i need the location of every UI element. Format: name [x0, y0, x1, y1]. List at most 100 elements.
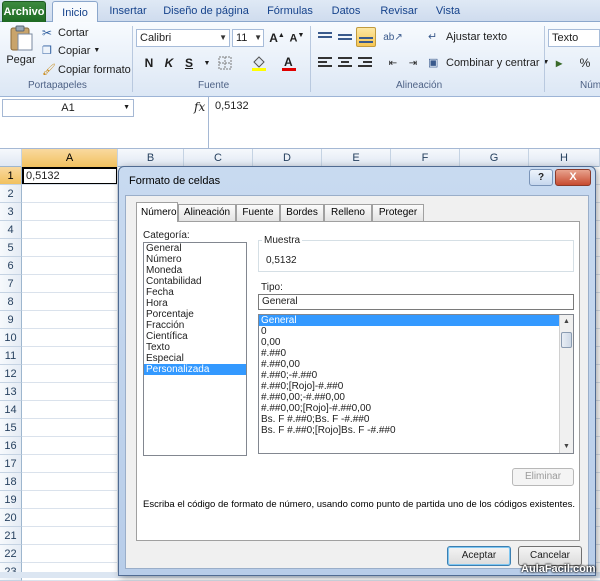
format-code-item[interactable]: #.##0;[Rojo]-#.##0: [259, 381, 559, 392]
row-header[interactable]: 2: [0, 185, 22, 203]
close-button[interactable]: X: [555, 169, 591, 186]
format-code-item[interactable]: #.##0,00;-#.##0,00: [259, 392, 559, 403]
row-header[interactable]: 11: [0, 347, 22, 365]
format-code-item[interactable]: General: [259, 315, 559, 326]
column-header-f[interactable]: F: [391, 149, 460, 167]
row-header[interactable]: 6: [0, 257, 22, 275]
row-header[interactable]: 10: [0, 329, 22, 347]
cell-a1[interactable]: 0,5132: [22, 167, 118, 185]
category-item[interactable]: Fecha: [144, 287, 246, 298]
underline-dropdown[interactable]: ▼: [198, 54, 216, 72]
tab-formulas[interactable]: Fórmulas: [262, 0, 318, 22]
row-header[interactable]: 9: [0, 311, 22, 329]
accounting-format-button[interactable]: ▸: [550, 54, 568, 72]
italic-button[interactable]: K: [160, 54, 178, 72]
formula-input[interactable]: 0,5132: [208, 97, 600, 149]
format-code-item[interactable]: #.##0,00: [259, 359, 559, 370]
font-size-dropdown[interactable]: ▼: [252, 29, 264, 47]
ok-button[interactable]: Aceptar: [447, 546, 511, 566]
row-header[interactable]: 7: [0, 275, 22, 293]
tab-relleno[interactable]: Relleno: [324, 204, 372, 221]
select-all-corner[interactable]: [0, 149, 22, 167]
tab-bordes[interactable]: Bordes: [280, 204, 324, 221]
row-header[interactable]: 13: [0, 383, 22, 401]
category-item[interactable]: Moneda: [144, 265, 246, 276]
tab-revisar[interactable]: Revisar: [376, 0, 422, 22]
paste-button[interactable]: Pegar: [6, 24, 36, 76]
format-code-item[interactable]: #.##0;-#.##0: [259, 370, 559, 381]
orientation-button[interactable]: ab↗: [383, 28, 403, 46]
format-list-scrollbar[interactable]: ▲ ▼: [559, 315, 573, 453]
tab-alineacion[interactable]: Alineación: [178, 204, 236, 221]
row-header[interactable]: 19: [0, 491, 22, 509]
scroll-thumb[interactable]: [561, 332, 572, 348]
category-item[interactable]: Contabilidad: [144, 276, 246, 287]
align-top-button[interactable]: [316, 28, 334, 46]
number-format-combo[interactable]: Texto: [548, 29, 600, 47]
format-code-item[interactable]: #.##0: [259, 348, 559, 359]
underline-button[interactable]: S: [180, 54, 198, 72]
font-color-button[interactable]: A: [280, 54, 298, 72]
tab-vista[interactable]: Vista: [432, 0, 464, 22]
column-header-h[interactable]: H: [529, 149, 600, 167]
format-code-item[interactable]: Bs. F #.##0;[Rojo]Bs. F -#.##0: [259, 425, 559, 436]
category-item[interactable]: Personalizada: [144, 364, 246, 375]
column-header-e[interactable]: E: [322, 149, 391, 167]
scroll-up-icon[interactable]: ▲: [560, 315, 573, 328]
help-button[interactable]: ?: [529, 169, 553, 186]
tab-numero[interactable]: Número: [136, 202, 178, 222]
tab-archivo[interactable]: Archivo: [2, 1, 46, 22]
align-right-button[interactable]: [356, 54, 374, 72]
shrink-font-button[interactable]: A▼: [288, 29, 306, 47]
align-bottom-button[interactable]: [356, 27, 376, 47]
tab-fuente[interactable]: Fuente: [236, 204, 280, 221]
name-box[interactable]: A1 ▼: [2, 99, 134, 117]
column-header-c[interactable]: C: [184, 149, 253, 167]
align-center-button[interactable]: [336, 54, 354, 72]
cut-button[interactable]: ✂ Cortar: [42, 26, 89, 40]
format-code-list[interactable]: General 0 0,00 #.##0 #.##0,00 #.##0;-#.##0 #.#…: [258, 314, 574, 454]
column-header-b[interactable]: B: [118, 149, 184, 167]
format-code-item[interactable]: 0: [259, 326, 559, 337]
increase-indent-button[interactable]: ⇥: [404, 54, 422, 72]
row-header[interactable]: 8: [0, 293, 22, 311]
row-header[interactable]: 3: [0, 203, 22, 221]
insert-function-button[interactable]: fx: [194, 100, 205, 114]
merge-center-button[interactable]: ▣ Combinar y centrar ▼: [428, 56, 549, 70]
category-item[interactable]: Especial: [144, 353, 246, 364]
column-header-d[interactable]: D: [253, 149, 322, 167]
row-header[interactable]: 14: [0, 401, 22, 419]
tab-datos[interactable]: Datos: [328, 0, 364, 22]
category-item[interactable]: Científica: [144, 331, 246, 342]
row-header[interactable]: 1: [0, 167, 22, 185]
borders-button[interactable]: [216, 54, 234, 72]
tab-inicio[interactable]: Inicio: [52, 1, 98, 23]
decrease-indent-button[interactable]: ⇤: [384, 54, 402, 72]
format-code-item[interactable]: Bs. F #.##0;Bs. F -#.##0: [259, 414, 559, 425]
row-header[interactable]: 20: [0, 509, 22, 527]
category-item[interactable]: Fracción: [144, 320, 246, 331]
row-header[interactable]: 21: [0, 527, 22, 545]
column-header-a[interactable]: A: [22, 149, 118, 167]
format-painter-button[interactable]: 🖌 Copiar formato: [42, 63, 131, 77]
category-item[interactable]: Texto: [144, 342, 246, 353]
row-header[interactable]: 12: [0, 365, 22, 383]
grow-font-button[interactable]: A▲: [268, 29, 286, 47]
scroll-down-icon[interactable]: ▼: [560, 440, 573, 453]
row-header[interactable]: 15: [0, 419, 22, 437]
align-middle-button[interactable]: [336, 28, 354, 46]
row-header[interactable]: 5: [0, 239, 22, 257]
row-header[interactable]: 17: [0, 455, 22, 473]
row-header[interactable]: 18: [0, 473, 22, 491]
fill-color-button[interactable]: [250, 54, 268, 72]
column-header-g[interactable]: G: [460, 149, 529, 167]
tab-proteger[interactable]: Proteger: [372, 204, 424, 221]
align-left-button[interactable]: [316, 54, 334, 72]
category-list[interactable]: General Número Moneda Contabilidad Fecha Hora…: [143, 242, 247, 456]
row-header[interactable]: 22: [0, 545, 22, 563]
bold-button[interactable]: N: [140, 54, 158, 72]
format-code-item[interactable]: #.##0,00;[Rojo]-#.##0,00: [259, 403, 559, 414]
category-item[interactable]: Número: [144, 254, 246, 265]
row-header[interactable]: 4: [0, 221, 22, 239]
type-input[interactable]: General: [258, 294, 574, 310]
